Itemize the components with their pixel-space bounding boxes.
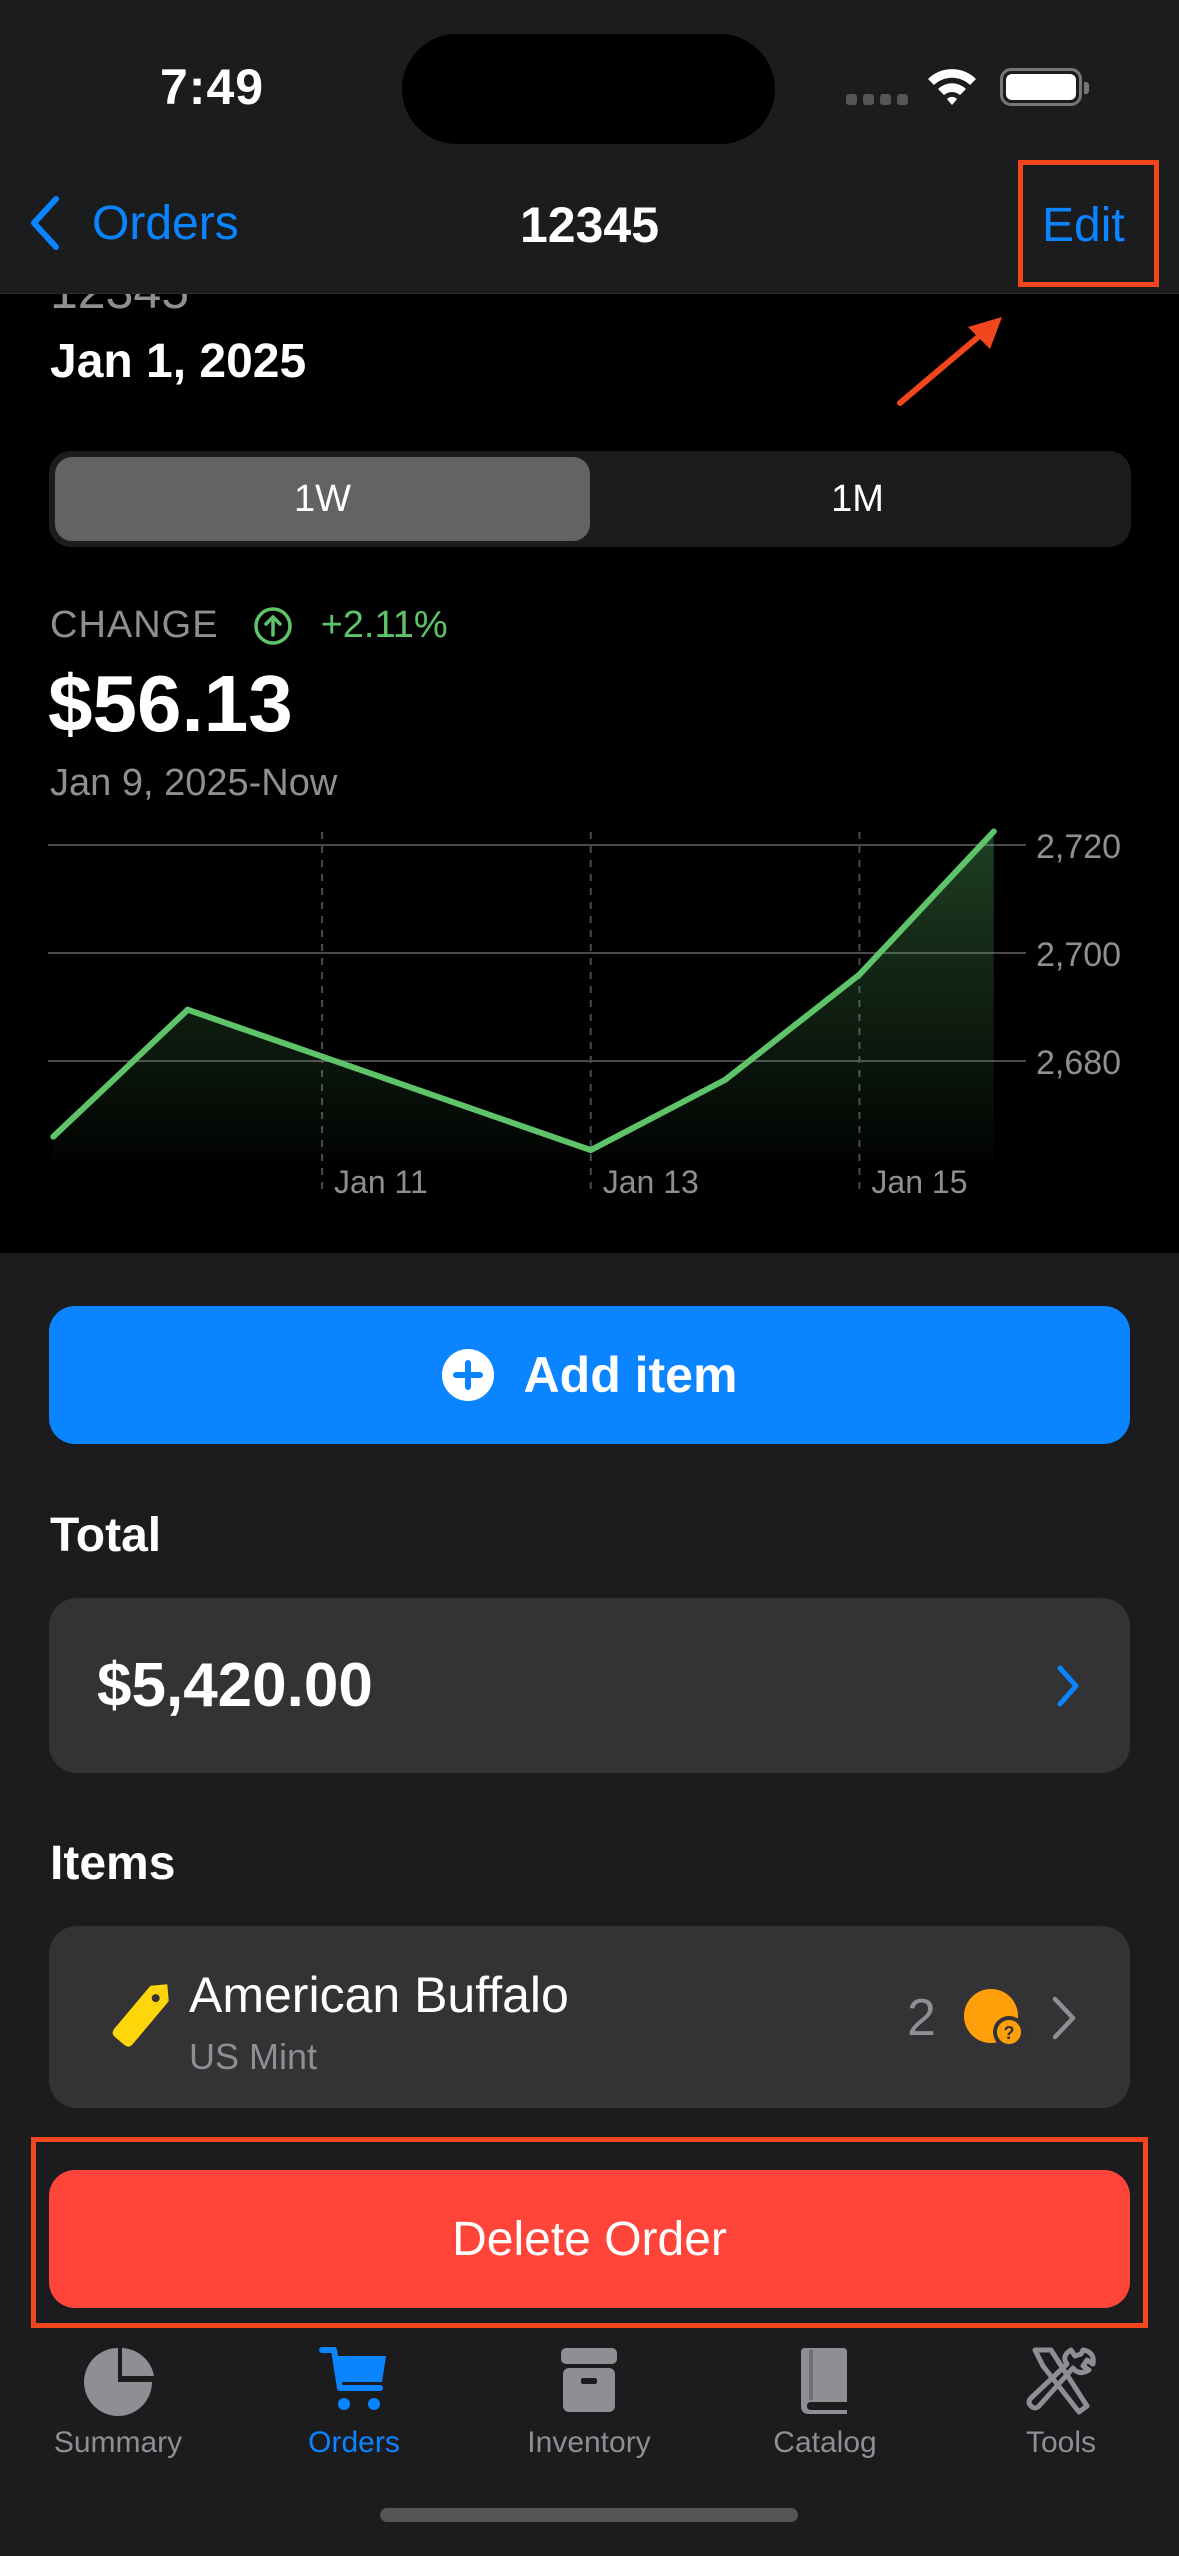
cellular-signal-icon — [846, 94, 908, 105]
dynamic-island — [402, 34, 775, 144]
tab-summary[interactable]: Summary — [0, 2328, 236, 2459]
tab-tools[interactable]: Tools — [943, 2328, 1179, 2459]
order-date: Jan 1, 2025 — [50, 335, 307, 388]
svg-text:?: ? — [1004, 2023, 1015, 2043]
chevron-right-icon — [1057, 1665, 1079, 1706]
data-point-jan-10 — [184, 1006, 191, 1013]
back-label: Orders — [92, 196, 239, 250]
add-item-button[interactable]: Add item — [49, 1306, 1130, 1444]
tag-icon — [112, 1984, 169, 2047]
cart-icon — [319, 2347, 386, 2410]
data-point-jan-15 — [856, 971, 863, 978]
tools-icon — [1026, 2347, 1096, 2415]
plus-circle-icon — [441, 1349, 494, 1401]
item-maker: US Mint — [189, 2036, 318, 2077]
book-icon — [801, 2348, 847, 2414]
tab-inventory[interactable]: Inventory — [471, 2328, 707, 2459]
data-point-jan-13 — [587, 1147, 594, 1154]
range-option-1m[interactable]: 1M — [590, 457, 1125, 541]
add-item-label: Add item — [523, 1347, 738, 1403]
range-segmented-control[interactable]: 1W 1M — [49, 451, 1131, 547]
item-name: American Buffalo — [189, 1967, 569, 2023]
annotation-highlight-edit — [1018, 160, 1159, 287]
x-tick-label: Jan 13 — [603, 1164, 699, 1200]
total-heading: Total — [50, 1509, 162, 1562]
navigation-header: 7:49 Orders 12345 Edit — [0, 0, 1179, 294]
total-amount: $5,420.00 — [97, 1651, 373, 1720]
change-percent: +2.11% — [320, 604, 448, 646]
home-indicator — [380, 2508, 798, 2522]
y-tick-label: 2,720 — [1036, 828, 1121, 866]
pie-chart-icon — [84, 2348, 154, 2416]
change-row: CHANGE +2.11% — [50, 604, 448, 647]
x-tick-label: Jan 15 — [871, 1164, 967, 1200]
data-point-jan-9 — [50, 1133, 57, 1140]
y-tick-label: 2,700 — [1036, 936, 1121, 974]
list-item[interactable]: American Buffalo US Mint 2 ? — [49, 1926, 1130, 2108]
chevron-left-icon — [31, 196, 59, 250]
back-button[interactable]: Orders — [24, 193, 239, 253]
range-option-1w[interactable]: 1W — [55, 457, 590, 541]
chevron-right-icon — [1052, 1996, 1076, 2040]
item-quantity: 2 — [907, 1989, 936, 2047]
annotation-highlight-delete — [31, 2137, 1148, 2328]
tab-bar: Summary Orders Inventory Catalog Tools — [0, 2328, 1179, 2556]
annotation-arrow-icon — [897, 317, 1002, 406]
tab-catalog[interactable]: Catalog — [707, 2328, 943, 2459]
data-point-jan-14 — [722, 1076, 729, 1083]
change-label: CHANGE — [50, 604, 219, 646]
items-heading: Items — [50, 1837, 176, 1890]
archive-box-icon — [561, 2348, 617, 2412]
total-row[interactable]: $5,420.00 — [49, 1598, 1130, 1773]
x-tick-label: Jan 11 — [334, 1164, 428, 1200]
change-amount: $56.13 — [48, 659, 293, 748]
chart-area-fill — [53, 831, 994, 1160]
y-tick-label: 2,680 — [1036, 1044, 1121, 1082]
wifi-icon — [928, 69, 976, 105]
arrow-up-circle-icon — [253, 606, 292, 645]
change-date-range: Jan 9, 2025-Now — [50, 762, 338, 804]
status-time: 7:49 — [160, 59, 265, 115]
data-point-jan-16 — [990, 828, 997, 835]
battery-icon — [1000, 68, 1089, 106]
price-chart[interactable]: 2,720 2,700 2,680 Jan 11 Jan 13 Jan 15 — [0, 800, 1179, 1220]
coin-question-icon: ? — [964, 1989, 1025, 2048]
tab-orders[interactable]: Orders — [236, 2328, 472, 2459]
